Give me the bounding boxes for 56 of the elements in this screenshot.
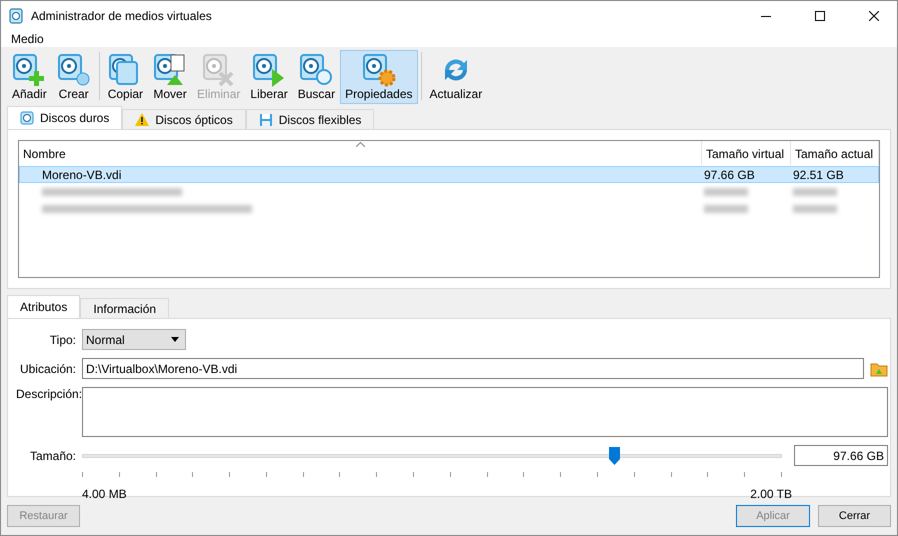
size-slider[interactable] [82, 446, 782, 464]
tab-label: Discos duros [40, 111, 110, 125]
toolbar-button[interactable]: Buscar [292, 50, 340, 104]
caret-icon [171, 337, 179, 342]
field-label: Descripción: [16, 387, 82, 401]
table-row[interactable]: Moreno-VB.vdi 97.66 GB 92.51 GB [19, 166, 879, 183]
close-icon [869, 11, 879, 21]
toolbar-button[interactable]: Actualizar [424, 50, 488, 104]
dialog-button[interactable]: Cerrar [818, 505, 891, 527]
column-header[interactable]: Nombre [19, 141, 702, 165]
blurred-text [704, 188, 748, 196]
disk-move-icon [153, 53, 188, 87]
tab[interactable]: Información [80, 298, 170, 318]
table-cell-text: 92.51 GB [792, 168, 845, 182]
disk-release-icon [252, 53, 286, 87]
slider-thumb[interactable] [609, 446, 620, 464]
table-cell-text: Moreno-VB.vdi [41, 168, 122, 182]
disk-icon [20, 111, 34, 125]
max-size-label: 2.00 TB [750, 487, 792, 501]
menu-item[interactable]: Medio [11, 32, 44, 46]
disk-properties-icon [362, 53, 396, 87]
disk-remove-icon [202, 53, 236, 87]
field-label: Tamaño: [28, 449, 77, 463]
disk-add-icon [12, 53, 46, 87]
tab[interactable]: Atributos [7, 295, 80, 318]
disk-create-icon [56, 53, 91, 87]
tab-label: Discos flexibles [278, 112, 362, 126]
tab[interactable]: Discos duros [7, 106, 122, 129]
location-field[interactable]: D:\Virtualbox\Moreno-VB.vdi [82, 358, 864, 379]
field-label: Tipo: [48, 332, 77, 346]
column-header[interactable]: Tamaño actual [791, 141, 879, 165]
toolbar-button[interactable]: Liberar [245, 50, 293, 104]
window-title: Administrador de medios virtuales [31, 9, 213, 23]
size-field[interactable]: 97.66 GB [794, 445, 888, 466]
toolbar-button[interactable]: Propiedades [340, 50, 418, 104]
toolbar-button[interactable]: Mover [148, 50, 192, 104]
tab-label: Discos ópticos [155, 112, 233, 126]
blurred-text [704, 204, 748, 212]
toolbar-button[interactable]: Copiar [102, 50, 148, 104]
description-field[interactable] [82, 387, 888, 437]
tab[interactable]: Discos flexibles [246, 109, 374, 129]
tab[interactable]: Discos ópticos [122, 109, 246, 129]
warning-icon [135, 113, 150, 126]
blurred-text [793, 204, 837, 212]
maximize-icon [815, 11, 825, 21]
folder-icon[interactable] [870, 360, 888, 376]
min-size-label: 4.00 MB [82, 487, 127, 501]
disk-search-icon [299, 53, 334, 87]
field-label: Ubicación: [18, 362, 77, 376]
toolbar-button[interactable]: Crear [52, 50, 96, 104]
type-dropdown[interactable]: Normal [82, 329, 186, 350]
app-icon [9, 8, 23, 24]
toolbar-button[interactable]: Añadir [7, 50, 52, 104]
column-header[interactable]: Tamaño virtual [702, 141, 791, 165]
blurred-text [793, 188, 837, 196]
table-cell-text: 97.66 GB [703, 168, 756, 182]
